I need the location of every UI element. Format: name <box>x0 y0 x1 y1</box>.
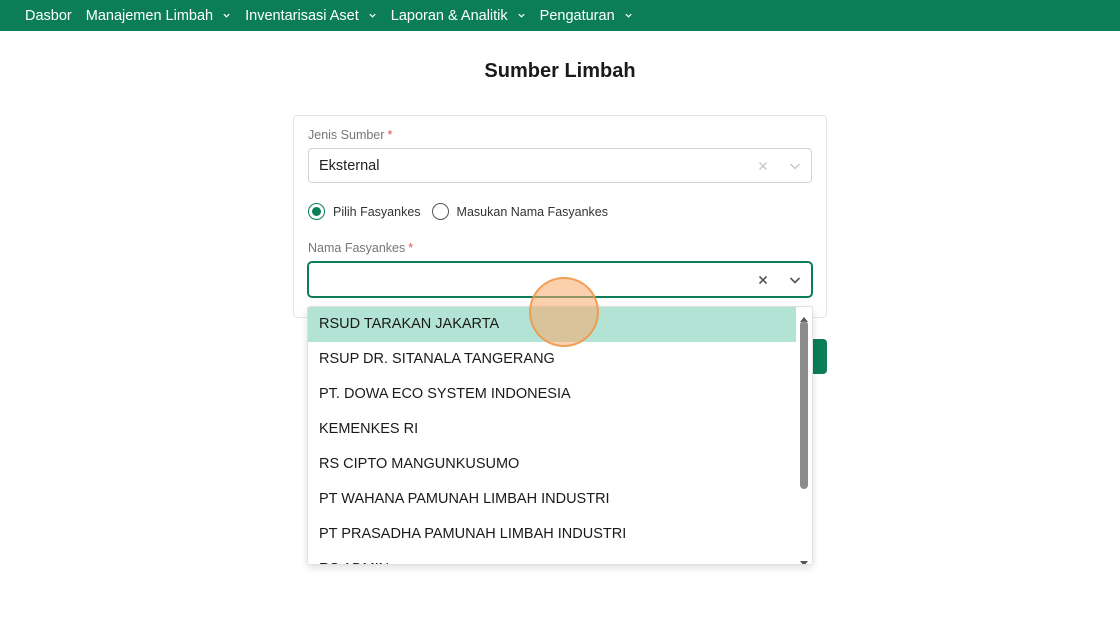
chevron-down-icon <box>368 11 377 20</box>
radio-label: Pilih Fasyankes <box>333 204 421 219</box>
radio-checked-icon <box>308 203 325 220</box>
required-mark: * <box>387 128 393 142</box>
scroll-down-icon[interactable] <box>799 555 809 564</box>
radio-pilih-fasyankes[interactable]: Pilih Fasyankes <box>308 203 421 220</box>
jenis-sumber-label: Jenis Sumber * <box>308 128 392 142</box>
dropdown-scrollbar[interactable] <box>796 307 812 564</box>
chevron-down-icon[interactable] <box>789 274 801 286</box>
clear-icon[interactable] <box>757 160 769 172</box>
dropdown-option[interactable]: KEMENKES RI <box>308 412 798 447</box>
nav-item-label: Laporan & Analitik <box>390 7 508 24</box>
radio-unchecked-icon <box>431 203 449 220</box>
field-label-text: Nama Fasyankes <box>308 241 406 255</box>
dropdown-option[interactable]: RS ADMIN <box>308 552 798 564</box>
nav-item-label: Dasbor <box>25 7 72 24</box>
chevron-down-icon <box>517 11 526 20</box>
select-indicators <box>757 149 801 182</box>
dropdown-option[interactable]: RSUD TARAKAN JAKARTA <box>308 307 798 342</box>
nav-item-inventarisasi-aset[interactable]: Inventarisasi Aset <box>245 8 377 24</box>
required-mark: * <box>408 241 414 255</box>
chevron-down-icon <box>222 11 231 20</box>
radio-label: Masukan Nama Fasyankes <box>456 204 608 219</box>
clear-icon[interactable] <box>757 274 769 286</box>
nav-item-manajemen-limbah[interactable]: Manajemen Limbah <box>86 8 231 24</box>
radio-masukan-nama-fasyankes[interactable]: Masukan Nama Fasyankes <box>431 203 608 220</box>
dropdown-option[interactable]: PT. DOWA ECO SYSTEM INDONESIA <box>308 377 798 412</box>
fasyankes-dropdown-menu: RSUD TARAKAN JAKARTA RSUP DR. SITANALA T… <box>307 306 813 565</box>
nav-item-pengaturan[interactable]: Pengaturan <box>540 8 633 24</box>
scroll-up-icon[interactable] <box>799 310 809 322</box>
chevron-down-icon <box>624 11 633 20</box>
scrollbar-thumb[interactable] <box>800 321 808 489</box>
jenis-sumber-value: Eksternal <box>319 157 380 174</box>
page-title: Sumber Limbah <box>484 60 636 82</box>
nama-fasyankes-label: Nama Fasyankes * <box>308 241 413 255</box>
nav-item-label: Pengaturan <box>539 7 615 24</box>
dropdown-option-list: RSUD TARAKAN JAKARTA RSUP DR. SITANALA T… <box>308 307 798 564</box>
dropdown-option[interactable]: RS CIPTO MANGUNKUSUMO <box>308 447 798 482</box>
nav-item-label: Inventarisasi Aset <box>245 7 359 24</box>
top-navbar: Dasbor Manajemen Limbah Inventarisasi As… <box>0 0 1120 31</box>
field-label-text: Jenis Sumber <box>308 128 385 142</box>
fasyankes-radio-group: Pilih Fasyankes Masukan Nama Fasyankes <box>308 203 619 220</box>
chevron-down-icon[interactable] <box>789 160 801 172</box>
nav-item-label: Manajemen Limbah <box>85 7 214 24</box>
nav-item-dasbor[interactable]: Dasbor <box>25 8 72 24</box>
dropdown-option[interactable]: PT WAHANA PAMUNAH LIMBAH INDUSTRI <box>308 482 798 517</box>
nama-fasyankes-select[interactable] <box>308 262 812 297</box>
dropdown-option[interactable]: RSUP DR. SITANALA TANGERANG <box>308 342 798 377</box>
jenis-sumber-select[interactable]: Eksternal <box>308 148 812 183</box>
dropdown-option[interactable]: PT PRASADHA PAMUNAH LIMBAH INDUSTRI <box>308 517 798 552</box>
select-indicators <box>757 263 801 296</box>
nav-item-laporan-analitik[interactable]: Laporan & Analitik <box>391 8 526 24</box>
